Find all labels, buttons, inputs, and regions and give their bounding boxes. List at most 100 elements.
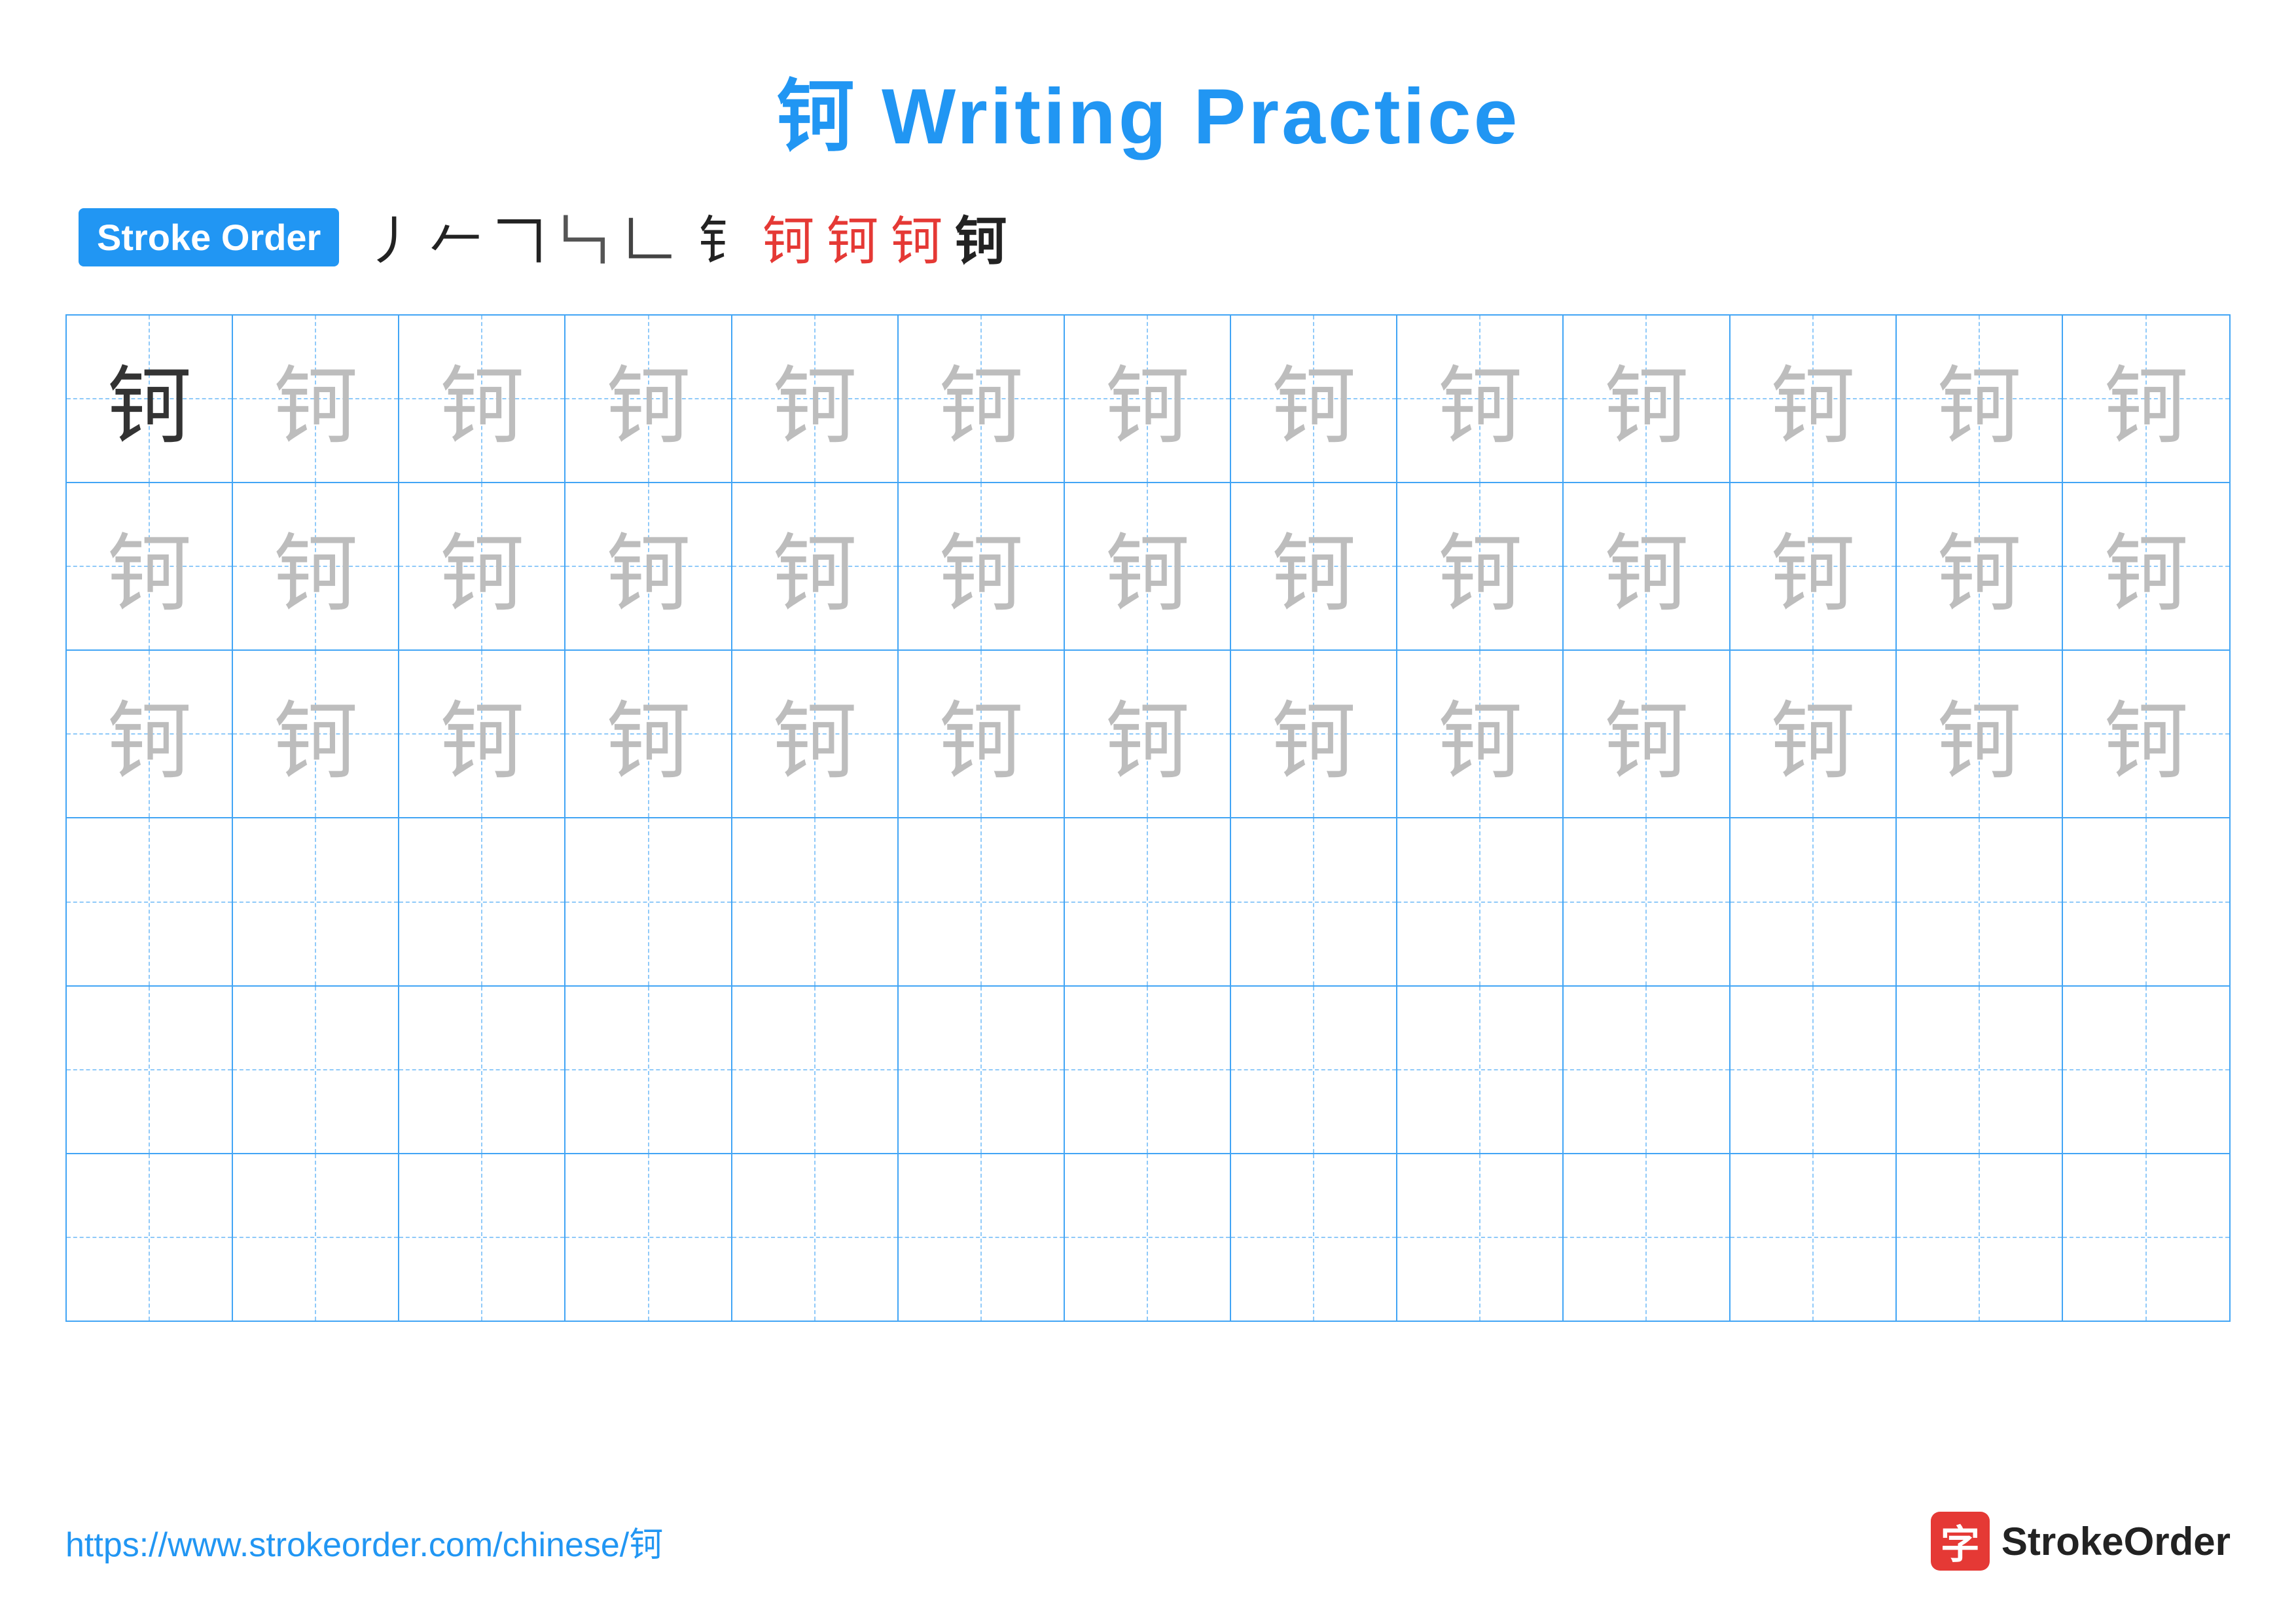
grid-cell-r5c7[interactable] <box>1065 987 1231 1153</box>
grid-cell-r6c4[interactable] <box>565 1154 732 1321</box>
grid-cell-r2c5[interactable]: 钶 <box>732 483 899 649</box>
grid-cell-r1c13[interactable]: 钶 <box>2063 316 2229 482</box>
grid-cell-r6c7[interactable] <box>1065 1154 1231 1321</box>
grid-cell-r1c8[interactable]: 钶 <box>1231 316 1397 482</box>
grid-cell-r1c7[interactable]: 钶 <box>1065 316 1231 482</box>
grid-cell-r6c11[interactable] <box>1731 1154 1897 1321</box>
grid-cell-r3c9[interactable]: 钶 <box>1397 651 1564 817</box>
grid-cell-r6c9[interactable] <box>1397 1154 1564 1321</box>
grid-cell-r4c13[interactable] <box>2063 818 2229 985</box>
grid-cell-r6c3[interactable] <box>399 1154 565 1321</box>
grid-cell-r6c8[interactable] <box>1231 1154 1397 1321</box>
grid-cell-r3c3[interactable]: 钶 <box>399 651 565 817</box>
grid-cell-r5c10[interactable] <box>1564 987 1730 1153</box>
grid-cell-r2c3[interactable]: 钶 <box>399 483 565 649</box>
grid-row-2: 钶 钶 钶 钶 钶 钶 钶 钶 钶 钶 钶 钶 钶 <box>67 483 2229 651</box>
grid-cell-r3c11[interactable]: 钶 <box>1731 651 1897 817</box>
char-display: 钶 <box>1770 505 1856 628</box>
grid-cell-r4c8[interactable] <box>1231 818 1397 985</box>
grid-cell-r6c12[interactable] <box>1897 1154 2063 1321</box>
grid-cell-r3c2[interactable]: 钶 <box>233 651 399 817</box>
grid-cell-r4c12[interactable] <box>1897 818 2063 985</box>
grid-cell-r2c9[interactable]: 钶 <box>1397 483 1564 649</box>
char-display: 钶 <box>1271 672 1356 795</box>
logo-icon: 字 <box>1931 1512 1990 1571</box>
grid-cell-r4c3[interactable] <box>399 818 565 985</box>
char-display: 钶 <box>107 672 192 795</box>
grid-cell-r6c13[interactable] <box>2063 1154 2229 1321</box>
grid-cell-r2c6[interactable]: 钶 <box>899 483 1065 649</box>
stroke-8: 钶 <box>762 199 814 275</box>
grid-cell-r6c1[interactable] <box>67 1154 233 1321</box>
grid-cell-r5c6[interactable] <box>899 987 1065 1153</box>
grid-cell-r5c4[interactable] <box>565 987 732 1153</box>
grid-cell-r2c8[interactable]: 钶 <box>1231 483 1397 649</box>
grid-cell-r6c10[interactable] <box>1564 1154 1730 1321</box>
grid-cell-r4c10[interactable] <box>1564 818 1730 985</box>
grid-cell-r3c5[interactable]: 钶 <box>732 651 899 817</box>
grid-cell-r1c10[interactable]: 钶 <box>1564 316 1730 482</box>
char-display: 钶 <box>273 672 358 795</box>
char-display: 钶 <box>939 337 1024 460</box>
grid-cell-r4c6[interactable] <box>899 818 1065 985</box>
grid-cell-r4c7[interactable] <box>1065 818 1231 985</box>
grid-cell-r1c2[interactable]: 钶 <box>233 316 399 482</box>
grid-cell-r5c2[interactable] <box>233 987 399 1153</box>
grid-cell-r5c1[interactable] <box>67 987 233 1153</box>
grid-cell-r5c13[interactable] <box>2063 987 2229 1153</box>
stroke-5: 𠃊 <box>622 199 674 275</box>
grid-cell-r6c5[interactable] <box>732 1154 899 1321</box>
char-display: 钶 <box>1937 505 2022 628</box>
grid-cell-r3c7[interactable]: 钶 <box>1065 651 1231 817</box>
grid-cell-r1c12[interactable]: 钶 <box>1897 316 2063 482</box>
grid-cell-r2c10[interactable]: 钶 <box>1564 483 1730 649</box>
grid-cell-r4c5[interactable] <box>732 818 899 985</box>
grid-cell-r1c11[interactable]: 钶 <box>1731 316 1897 482</box>
grid-cell-r1c5[interactable]: 钶 <box>732 316 899 482</box>
grid-cell-r4c11[interactable] <box>1731 818 1897 985</box>
grid-cell-r4c9[interactable] <box>1397 818 1564 985</box>
grid-cell-r4c2[interactable] <box>233 818 399 985</box>
char-display: 钶 <box>606 505 691 628</box>
char-display: 钶 <box>2104 337 2189 460</box>
grid-cell-r2c7[interactable]: 钶 <box>1065 483 1231 649</box>
grid-cell-r2c13[interactable]: 钶 <box>2063 483 2229 649</box>
grid-cell-r2c2[interactable]: 钶 <box>233 483 399 649</box>
grid-cell-r1c6[interactable]: 钶 <box>899 316 1065 482</box>
char-display: 钶 <box>1105 505 1190 628</box>
grid-cell-r3c13[interactable]: 钶 <box>2063 651 2229 817</box>
char-display: 钶 <box>1604 505 1689 628</box>
stroke-11: 钶 <box>954 199 1007 275</box>
grid-cell-r1c3[interactable]: 钶 <box>399 316 565 482</box>
footer-url[interactable]: https://www.strokeorder.com/chinese/钶 <box>65 1517 663 1566</box>
grid-cell-r3c10[interactable]: 钶 <box>1564 651 1730 817</box>
stroke-10: 钶 <box>890 199 942 275</box>
grid-cell-r3c6[interactable]: 钶 <box>899 651 1065 817</box>
grid-cell-r5c12[interactable] <box>1897 987 2063 1153</box>
grid-cell-r6c6[interactable] <box>899 1154 1065 1321</box>
char-display: 钶 <box>1437 505 1522 628</box>
grid-cell-r3c4[interactable]: 钶 <box>565 651 732 817</box>
grid-cell-r2c4[interactable]: 钶 <box>565 483 732 649</box>
grid-cell-r2c11[interactable]: 钶 <box>1731 483 1897 649</box>
grid-cell-r5c8[interactable] <box>1231 987 1397 1153</box>
char-display: 钶 <box>1437 672 1522 795</box>
grid-cell-r6c2[interactable] <box>233 1154 399 1321</box>
grid-cell-r3c8[interactable]: 钶 <box>1231 651 1397 817</box>
grid-cell-r2c1[interactable]: 钶 <box>67 483 233 649</box>
grid-cell-r1c1[interactable]: 钶 <box>67 316 233 482</box>
grid-cell-r2c12[interactable]: 钶 <box>1897 483 2063 649</box>
grid-cell-r1c4[interactable]: 钶 <box>565 316 732 482</box>
grid-cell-r5c3[interactable] <box>399 987 565 1153</box>
grid-cell-r5c5[interactable] <box>732 987 899 1153</box>
grid-row-6 <box>67 1154 2229 1321</box>
grid-cell-r4c4[interactable] <box>565 818 732 985</box>
grid-cell-r4c1[interactable] <box>67 818 233 985</box>
grid-cell-r3c1[interactable]: 钶 <box>67 651 233 817</box>
grid-cell-r5c11[interactable] <box>1731 987 1897 1153</box>
grid-row-3: 钶 钶 钶 钶 钶 钶 钶 钶 钶 钶 钶 钶 钶 <box>67 651 2229 818</box>
stroke-sequence: 丿 𠂉 𠃍 𠃑 𠃊 𠃈 钅 钶 钶 钶 钶 <box>365 199 1007 275</box>
grid-cell-r1c9[interactable]: 钶 <box>1397 316 1564 482</box>
grid-cell-r5c9[interactable] <box>1397 987 1564 1153</box>
grid-cell-r3c12[interactable]: 钶 <box>1897 651 2063 817</box>
